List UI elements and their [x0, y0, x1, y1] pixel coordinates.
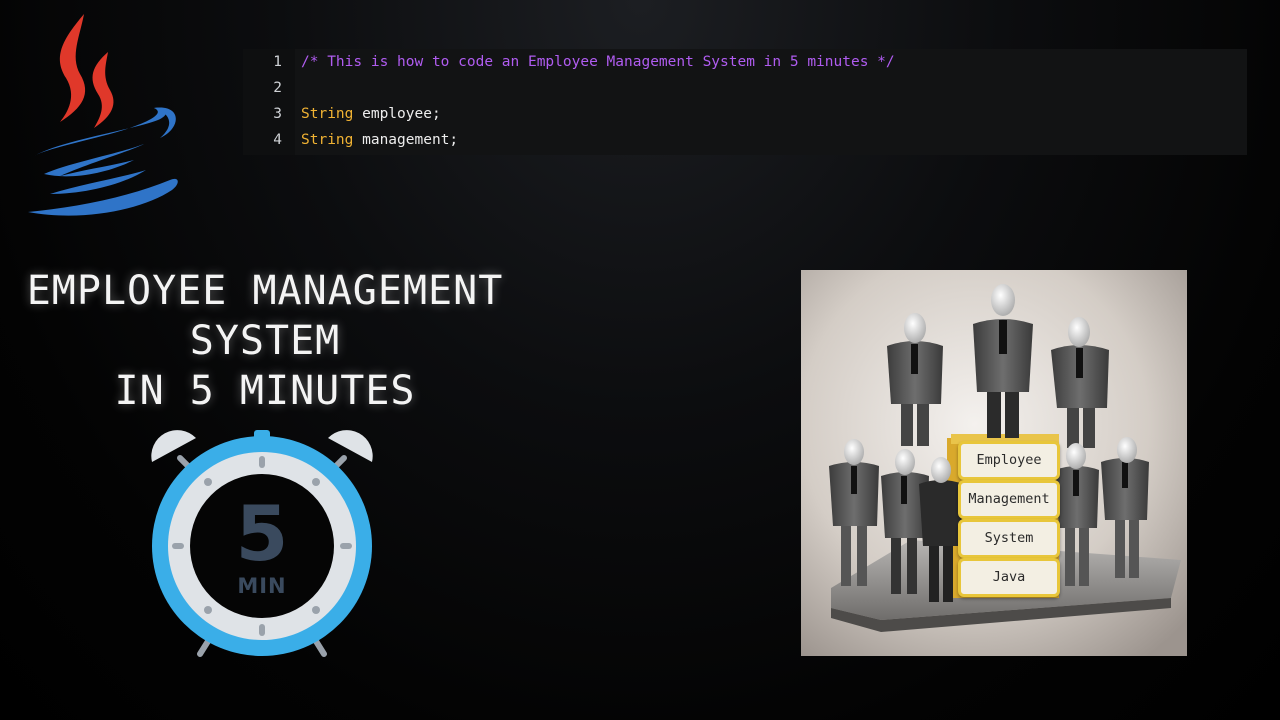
code-line-declaration: String management;	[301, 127, 895, 153]
alarm-clock-icon: 5 MIN	[144, 424, 380, 660]
code-comment: /* This is how to code an Employee Manag…	[301, 54, 895, 70]
sign-java: Java	[958, 558, 1060, 597]
line-number: 2	[273, 80, 282, 96]
code-type-keyword: String	[301, 106, 354, 122]
employee-management-illustration: Employee Management System Java	[801, 270, 1187, 656]
code-lines: /* This is how to code an Employee Manag…	[295, 49, 895, 155]
line-number: 4	[273, 132, 282, 148]
code-line-declaration: String employee;	[301, 101, 895, 127]
timer-unit: MIN	[237, 574, 287, 598]
line-number: 3	[273, 106, 282, 122]
java-logo-icon	[28, 14, 178, 216]
headline: EMPLOYEE MANAGEMENT SYSTEM IN 5 MINUTES	[0, 266, 530, 416]
headline-line: EMPLOYEE MANAGEMENT	[26, 268, 504, 314]
headline-line: IN 5 MINUTES	[114, 368, 416, 414]
line-number: 1	[273, 54, 282, 70]
sign-employee: Employee	[958, 441, 1060, 480]
code-identifier: employee;	[353, 106, 441, 122]
code-editor: 1 2 3 4 /* This is how to code an Employ…	[243, 49, 1247, 155]
headline-line: SYSTEM	[189, 318, 341, 364]
sign-management: Management	[958, 480, 1060, 519]
line-number-gutter: 1 2 3 4	[243, 49, 295, 155]
sign-system: System	[958, 519, 1060, 558]
timer-number: 5	[235, 489, 289, 578]
code-type-keyword: String	[301, 132, 354, 148]
code-line-comment: /* This is how to code an Employee Manag…	[301, 49, 895, 75]
code-identifier: management;	[353, 132, 459, 148]
